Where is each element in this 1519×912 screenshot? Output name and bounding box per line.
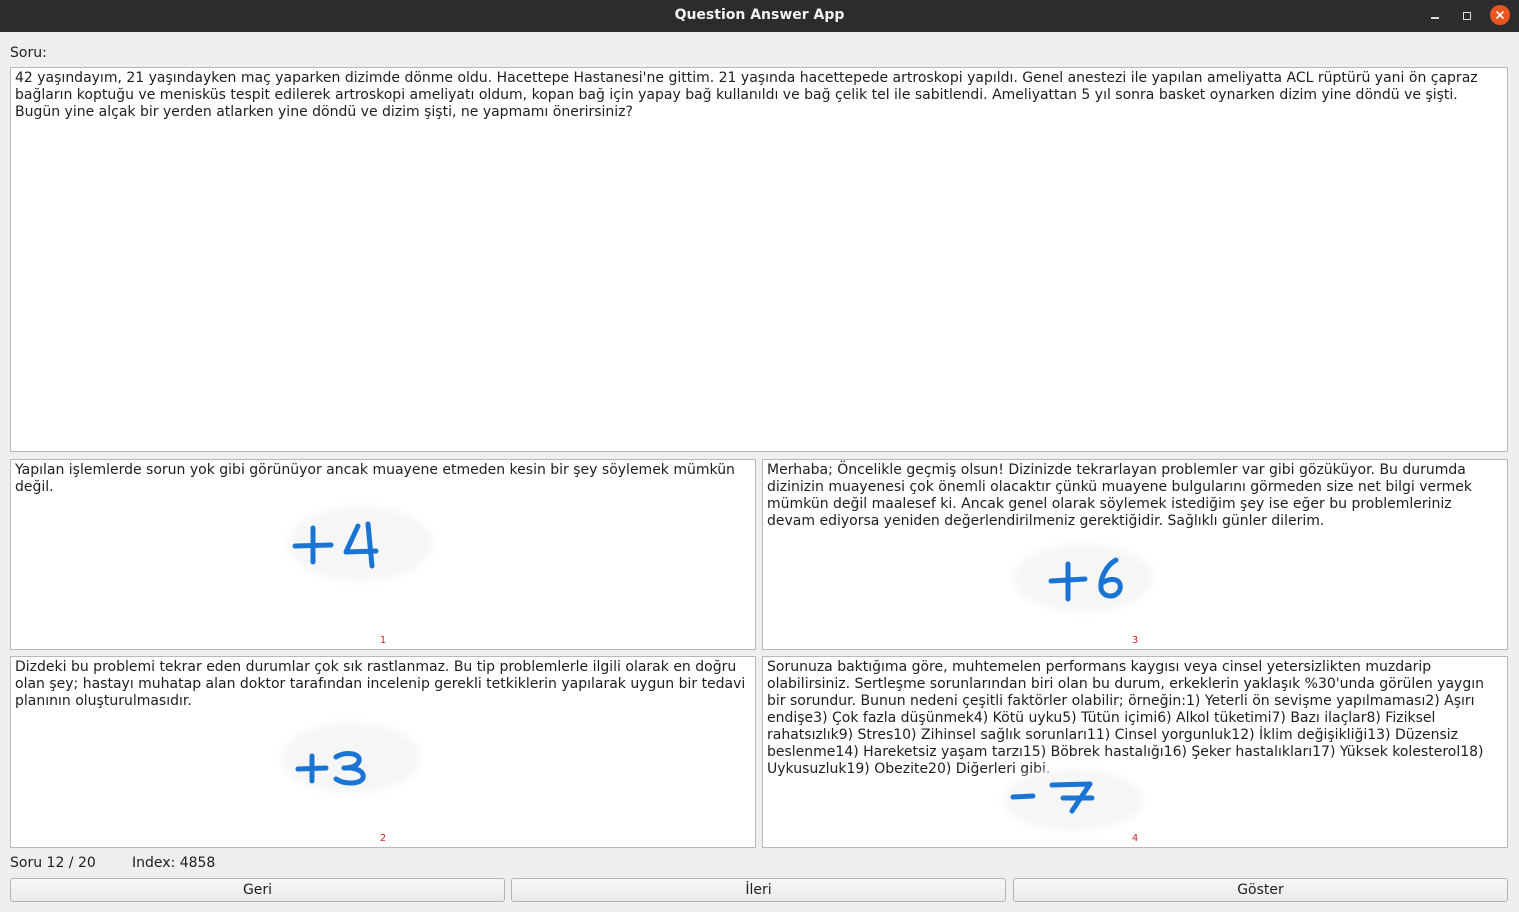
minimize-icon xyxy=(1431,17,1439,19)
index-label: Index: 4858 xyxy=(132,855,216,871)
close-icon xyxy=(1496,11,1504,19)
answer-text: Sorunuza baktığıma göre, muhtemelen perf… xyxy=(767,659,1484,777)
score-drawing xyxy=(1010,781,1095,814)
answer-number: 1 xyxy=(379,635,387,646)
maximize-button[interactable] xyxy=(1456,5,1478,27)
score-annotation xyxy=(288,506,433,581)
close-button[interactable] xyxy=(1490,5,1510,25)
question-label: Soru: xyxy=(10,45,47,61)
next-button[interactable]: İleri xyxy=(511,878,1006,902)
answer-number: 4 xyxy=(1131,833,1139,844)
answer-text: Merhaba; Öncelikle geçmiş olsun! Diziniz… xyxy=(767,462,1473,529)
score-drawing xyxy=(1048,557,1123,602)
score-annotation xyxy=(281,723,421,793)
maximize-icon xyxy=(1463,12,1471,20)
answer-panel-2[interactable]: Dizdeki bu problemi tekrar eden durumlar… xyxy=(10,656,756,848)
score-annotation xyxy=(1003,769,1143,831)
question-text-area[interactable]: 42 yaşındayım, 21 yaşındayken maç yapark… xyxy=(10,67,1508,452)
back-button[interactable]: Geri xyxy=(10,878,505,902)
answer-text: Yapılan işlemlerde sorun yok gibi görünü… xyxy=(15,462,735,495)
score-drawing xyxy=(292,521,379,569)
score-annotation xyxy=(1013,544,1153,612)
minimize-button[interactable] xyxy=(1424,5,1446,27)
answer-number: 2 xyxy=(379,833,387,844)
answer-panel-3[interactable]: Merhaba; Öncelikle geçmiş olsun! Diziniz… xyxy=(762,459,1508,650)
score-drawing xyxy=(295,751,366,786)
show-button[interactable]: Göster xyxy=(1013,878,1508,902)
answer-text: Dizdeki bu problemi tekrar eden durumlar… xyxy=(15,659,746,709)
window-title: Question Answer App xyxy=(674,7,845,23)
question-text: 42 yaşındayım, 21 yaşındayken maç yapark… xyxy=(15,70,1478,120)
answer-number: 3 xyxy=(1131,635,1139,646)
answer-panel-4[interactable]: Sorunuza baktığıma göre, muhtemelen perf… xyxy=(762,656,1508,848)
question-progress: Soru 12 / 20 xyxy=(10,855,96,871)
title-bar: Question Answer App xyxy=(0,0,1519,32)
answer-panel-1[interactable]: Yapılan işlemlerde sorun yok gibi görünü… xyxy=(10,459,756,650)
